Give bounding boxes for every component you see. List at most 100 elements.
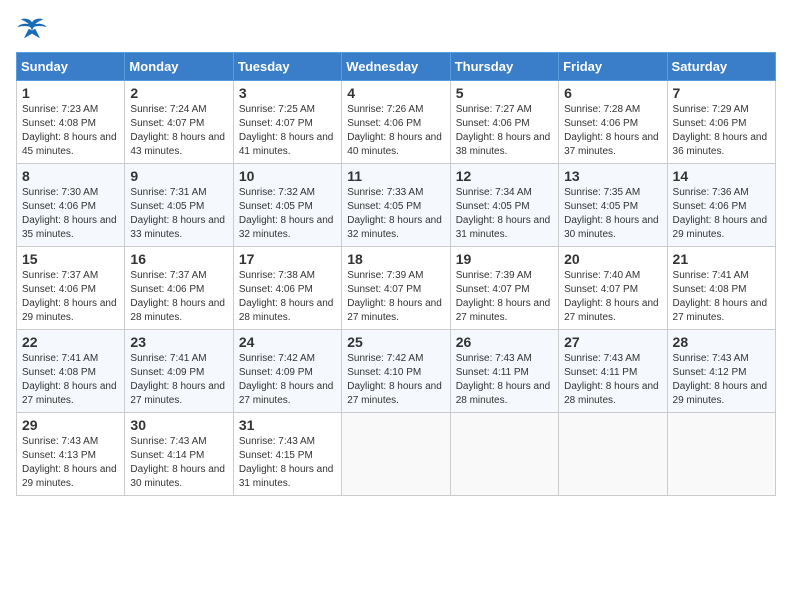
day-cell: 10 Sunrise: 7:32 AMSunset: 4:05 PMDaylig… <box>233 164 341 247</box>
day-info: Sunrise: 7:39 AMSunset: 4:07 PMDaylight:… <box>347 269 444 325</box>
day-cell: 24 Sunrise: 7:42 AMSunset: 4:09 PMDaylig… <box>233 330 341 413</box>
week-row-4: 22 Sunrise: 7:41 AMSunset: 4:08 PMDaylig… <box>17 330 776 413</box>
day-number: 23 <box>130 334 227 350</box>
day-info: Sunrise: 7:43 AMSunset: 4:11 PMDaylight:… <box>564 352 661 408</box>
day-info: Sunrise: 7:41 AMSunset: 4:09 PMDaylight:… <box>130 352 227 408</box>
day-cell: 30 Sunrise: 7:43 AMSunset: 4:14 PMDaylig… <box>125 413 233 496</box>
day-info: Sunrise: 7:27 AMSunset: 4:06 PMDaylight:… <box>456 103 553 159</box>
day-number: 15 <box>22 251 119 267</box>
day-info: Sunrise: 7:32 AMSunset: 4:05 PMDaylight:… <box>239 186 336 242</box>
header-cell-friday: Friday <box>559 53 667 81</box>
day-cell <box>667 413 775 496</box>
day-info: Sunrise: 7:24 AMSunset: 4:07 PMDaylight:… <box>130 103 227 159</box>
day-info: Sunrise: 7:36 AMSunset: 4:06 PMDaylight:… <box>673 186 770 242</box>
calendar-header: SundayMondayTuesdayWednesdayThursdayFrid… <box>17 53 776 81</box>
day-cell: 4 Sunrise: 7:26 AMSunset: 4:06 PMDayligh… <box>342 81 450 164</box>
day-info: Sunrise: 7:34 AMSunset: 4:05 PMDaylight:… <box>456 186 553 242</box>
day-cell: 21 Sunrise: 7:41 AMSunset: 4:08 PMDaylig… <box>667 247 775 330</box>
calendar-table: SundayMondayTuesdayWednesdayThursdayFrid… <box>16 52 776 496</box>
day-number: 16 <box>130 251 227 267</box>
day-cell: 25 Sunrise: 7:42 AMSunset: 4:10 PMDaylig… <box>342 330 450 413</box>
day-cell: 14 Sunrise: 7:36 AMSunset: 4:06 PMDaylig… <box>667 164 775 247</box>
day-number: 22 <box>22 334 119 350</box>
page-header <box>16 16 776 44</box>
day-number: 21 <box>673 251 770 267</box>
day-cell: 16 Sunrise: 7:37 AMSunset: 4:06 PMDaylig… <box>125 247 233 330</box>
day-cell: 17 Sunrise: 7:38 AMSunset: 4:06 PMDaylig… <box>233 247 341 330</box>
day-cell: 3 Sunrise: 7:25 AMSunset: 4:07 PMDayligh… <box>233 81 341 164</box>
day-number: 27 <box>564 334 661 350</box>
day-info: Sunrise: 7:28 AMSunset: 4:06 PMDaylight:… <box>564 103 661 159</box>
day-number: 25 <box>347 334 444 350</box>
day-info: Sunrise: 7:43 AMSunset: 4:14 PMDaylight:… <box>130 435 227 491</box>
day-info: Sunrise: 7:40 AMSunset: 4:07 PMDaylight:… <box>564 269 661 325</box>
header-cell-wednesday: Wednesday <box>342 53 450 81</box>
day-info: Sunrise: 7:43 AMSunset: 4:11 PMDaylight:… <box>456 352 553 408</box>
header-row: SundayMondayTuesdayWednesdayThursdayFrid… <box>17 53 776 81</box>
day-info: Sunrise: 7:31 AMSunset: 4:05 PMDaylight:… <box>130 186 227 242</box>
day-cell: 11 Sunrise: 7:33 AMSunset: 4:05 PMDaylig… <box>342 164 450 247</box>
day-cell: 13 Sunrise: 7:35 AMSunset: 4:05 PMDaylig… <box>559 164 667 247</box>
day-info: Sunrise: 7:26 AMSunset: 4:06 PMDaylight:… <box>347 103 444 159</box>
day-info: Sunrise: 7:25 AMSunset: 4:07 PMDaylight:… <box>239 103 336 159</box>
day-info: Sunrise: 7:30 AMSunset: 4:06 PMDaylight:… <box>22 186 119 242</box>
day-cell: 5 Sunrise: 7:27 AMSunset: 4:06 PMDayligh… <box>450 81 558 164</box>
day-number: 11 <box>347 168 444 184</box>
header-cell-thursday: Thursday <box>450 53 558 81</box>
day-number: 24 <box>239 334 336 350</box>
day-info: Sunrise: 7:38 AMSunset: 4:06 PMDaylight:… <box>239 269 336 325</box>
day-cell <box>559 413 667 496</box>
week-row-3: 15 Sunrise: 7:37 AMSunset: 4:06 PMDaylig… <box>17 247 776 330</box>
day-info: Sunrise: 7:41 AMSunset: 4:08 PMDaylight:… <box>22 352 119 408</box>
day-number: 30 <box>130 417 227 433</box>
day-cell: 28 Sunrise: 7:43 AMSunset: 4:12 PMDaylig… <box>667 330 775 413</box>
header-cell-tuesday: Tuesday <box>233 53 341 81</box>
day-info: Sunrise: 7:23 AMSunset: 4:08 PMDaylight:… <box>22 103 119 159</box>
week-row-1: 1 Sunrise: 7:23 AMSunset: 4:08 PMDayligh… <box>17 81 776 164</box>
day-number: 2 <box>130 85 227 101</box>
day-cell: 15 Sunrise: 7:37 AMSunset: 4:06 PMDaylig… <box>17 247 125 330</box>
day-cell: 19 Sunrise: 7:39 AMSunset: 4:07 PMDaylig… <box>450 247 558 330</box>
day-info: Sunrise: 7:37 AMSunset: 4:06 PMDaylight:… <box>130 269 227 325</box>
day-info: Sunrise: 7:43 AMSunset: 4:15 PMDaylight:… <box>239 435 336 491</box>
week-row-2: 8 Sunrise: 7:30 AMSunset: 4:06 PMDayligh… <box>17 164 776 247</box>
day-cell: 27 Sunrise: 7:43 AMSunset: 4:11 PMDaylig… <box>559 330 667 413</box>
header-cell-saturday: Saturday <box>667 53 775 81</box>
day-number: 6 <box>564 85 661 101</box>
day-number: 9 <box>130 168 227 184</box>
day-number: 5 <box>456 85 553 101</box>
day-cell: 1 Sunrise: 7:23 AMSunset: 4:08 PMDayligh… <box>17 81 125 164</box>
logo <box>16 16 52 44</box>
day-cell: 9 Sunrise: 7:31 AMSunset: 4:05 PMDayligh… <box>125 164 233 247</box>
day-number: 31 <box>239 417 336 433</box>
day-info: Sunrise: 7:42 AMSunset: 4:10 PMDaylight:… <box>347 352 444 408</box>
day-number: 10 <box>239 168 336 184</box>
day-number: 8 <box>22 168 119 184</box>
day-number: 7 <box>673 85 770 101</box>
day-info: Sunrise: 7:33 AMSunset: 4:05 PMDaylight:… <box>347 186 444 242</box>
day-cell <box>342 413 450 496</box>
day-number: 17 <box>239 251 336 267</box>
day-info: Sunrise: 7:43 AMSunset: 4:12 PMDaylight:… <box>673 352 770 408</box>
week-row-5: 29 Sunrise: 7:43 AMSunset: 4:13 PMDaylig… <box>17 413 776 496</box>
day-cell: 12 Sunrise: 7:34 AMSunset: 4:05 PMDaylig… <box>450 164 558 247</box>
day-info: Sunrise: 7:43 AMSunset: 4:13 PMDaylight:… <box>22 435 119 491</box>
day-number: 19 <box>456 251 553 267</box>
day-info: Sunrise: 7:29 AMSunset: 4:06 PMDaylight:… <box>673 103 770 159</box>
day-number: 26 <box>456 334 553 350</box>
day-info: Sunrise: 7:42 AMSunset: 4:09 PMDaylight:… <box>239 352 336 408</box>
day-cell: 2 Sunrise: 7:24 AMSunset: 4:07 PMDayligh… <box>125 81 233 164</box>
day-number: 3 <box>239 85 336 101</box>
day-number: 18 <box>347 251 444 267</box>
day-cell: 31 Sunrise: 7:43 AMSunset: 4:15 PMDaylig… <box>233 413 341 496</box>
day-cell: 18 Sunrise: 7:39 AMSunset: 4:07 PMDaylig… <box>342 247 450 330</box>
day-cell: 8 Sunrise: 7:30 AMSunset: 4:06 PMDayligh… <box>17 164 125 247</box>
day-info: Sunrise: 7:39 AMSunset: 4:07 PMDaylight:… <box>456 269 553 325</box>
day-cell <box>450 413 558 496</box>
day-number: 14 <box>673 168 770 184</box>
logo-icon <box>16 16 48 44</box>
day-number: 29 <box>22 417 119 433</box>
day-number: 28 <box>673 334 770 350</box>
day-number: 13 <box>564 168 661 184</box>
day-info: Sunrise: 7:37 AMSunset: 4:06 PMDaylight:… <box>22 269 119 325</box>
